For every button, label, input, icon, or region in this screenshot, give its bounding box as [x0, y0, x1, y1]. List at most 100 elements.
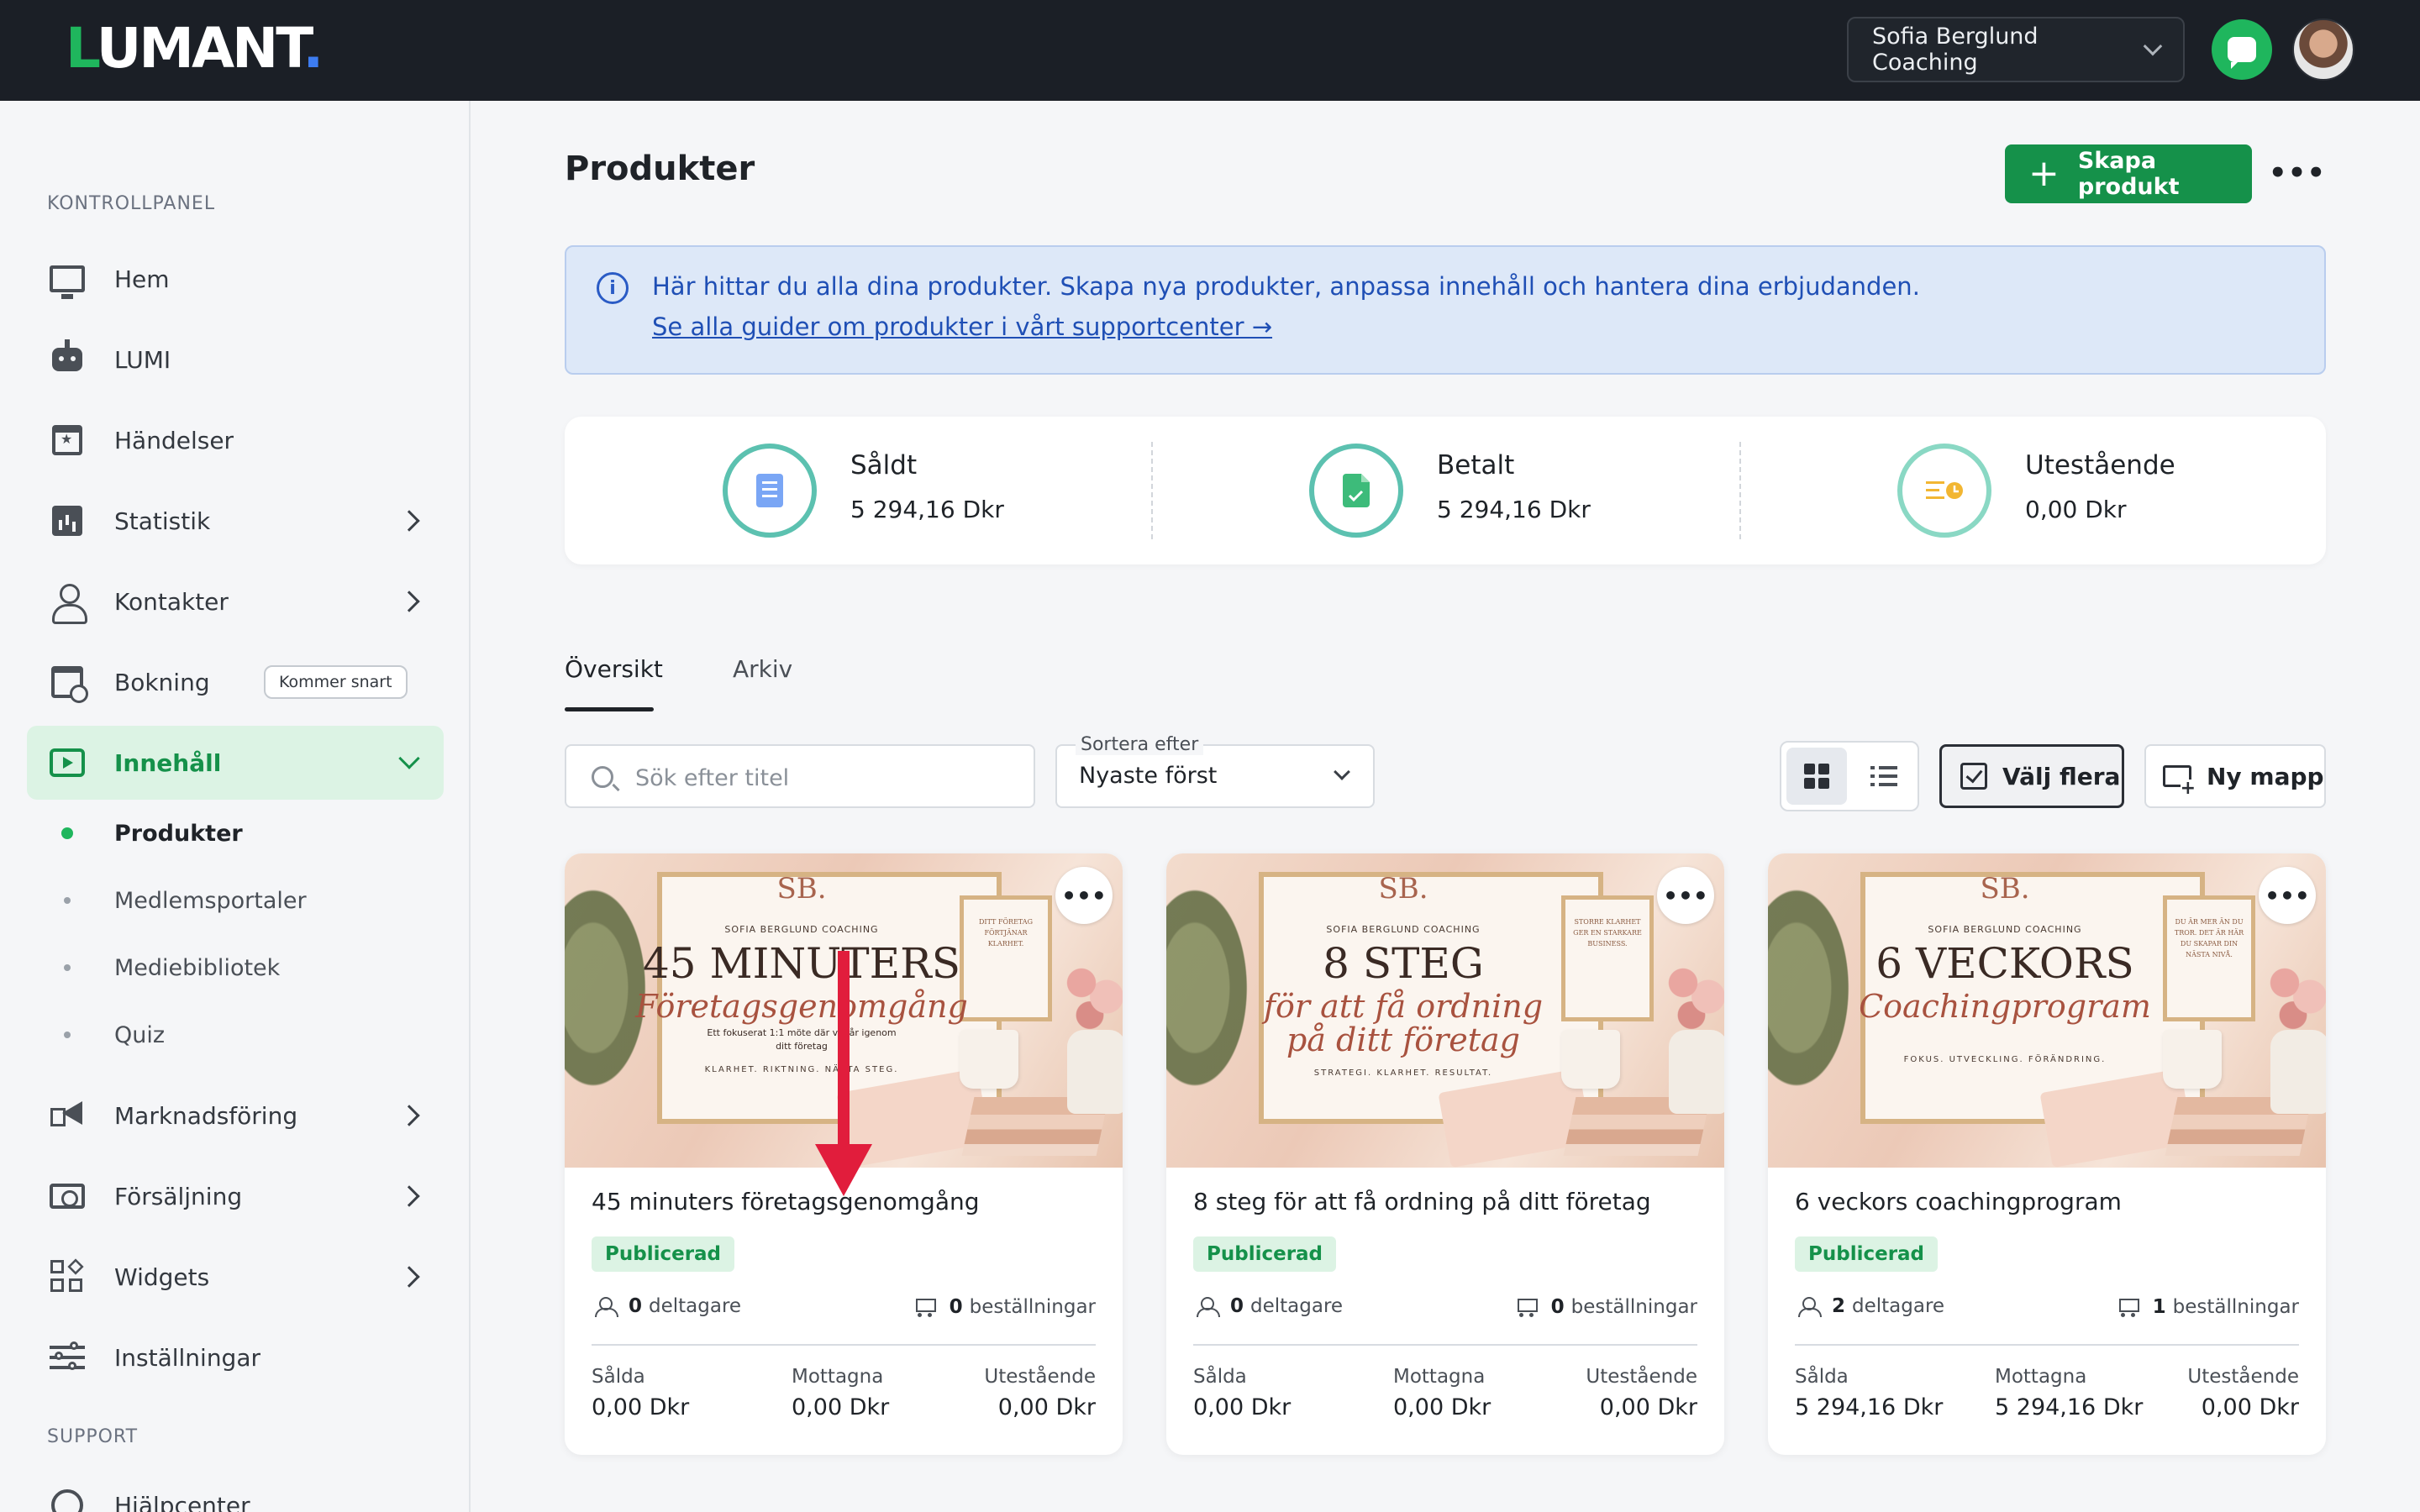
- new-folder-button[interactable]: Ny mapp: [2144, 744, 2326, 808]
- sidebar-item-label: Innehåll: [114, 748, 222, 777]
- fin-sold: Sålda 5 294,16 Dkr: [1795, 1366, 1944, 1420]
- thumb-heading: 45 MINUTERS: [642, 939, 961, 988]
- chevron-down-icon: [1334, 764, 1350, 780]
- coming-soon-badge: Kommer snart: [264, 665, 408, 699]
- participants-icon: [592, 1297, 620, 1317]
- sidebar-subitem-medlemsportaler[interactable]: Medlemsportaler: [27, 875, 444, 926]
- booking-icon: [49, 664, 88, 703]
- sidebar-item-label: Widgets: [114, 1263, 210, 1291]
- stat-sold: Såldt 5 294,16 Dkr: [565, 417, 1151, 564]
- product-card[interactable]: STORRE KLARHET GER EN STARKARE BUSINESS.…: [1166, 853, 1724, 1455]
- thumb-monogram: SB.: [776, 872, 827, 906]
- chevron-down-icon: [398, 748, 420, 769]
- sort-select[interactable]: Sortera efter Nyaste först: [1055, 734, 1375, 808]
- chat-button[interactable]: [2212, 19, 2272, 80]
- product-title[interactable]: 45 minuters företagsgenomgång: [592, 1188, 980, 1215]
- sidebar-item-kontakter[interactable]: Kontakter: [27, 564, 444, 638]
- orders-label: beställningar: [1570, 1296, 1697, 1318]
- chevron-right-icon: [398, 1266, 420, 1288]
- help-icon: [49, 1487, 86, 1512]
- sidebar-item-handelser[interactable]: Händelser: [27, 403, 444, 477]
- card-more-options-icon[interactable]: •••: [1657, 867, 1714, 924]
- sidebar-item-label: Bokning: [114, 668, 210, 696]
- sidebar-subitem-mediebibliotek[interactable]: Mediebibliotek: [27, 942, 444, 993]
- product-meta: 0 deltagare 0 beställningar: [1193, 1295, 1697, 1326]
- card-divider: [592, 1344, 1096, 1346]
- more-options-icon[interactable]: •••: [2269, 155, 2325, 192]
- search-input[interactable]: [635, 761, 1022, 795]
- tab-oversikt[interactable]: Översikt: [565, 655, 663, 683]
- orders-count: 0: [1550, 1296, 1565, 1318]
- lumant-logo[interactable]: LUMANT.: [66, 15, 324, 82]
- cart-icon: [1514, 1295, 1539, 1319]
- sidebar-subitem-label: Mediebibliotek: [114, 954, 281, 981]
- sidebar-item-widgets[interactable]: Widgets: [27, 1240, 444, 1314]
- info-banner: i Här hittar du alla dina produkter. Ska…: [565, 245, 2326, 375]
- sidebar-item-bokning[interactable]: Bokning Kommer snart: [27, 645, 444, 719]
- view-toggle: [1780, 741, 1919, 811]
- select-multiple-button[interactable]: Välj flera: [1939, 744, 2124, 808]
- create-product-button[interactable]: + Skapa produkt: [2005, 144, 2252, 203]
- card-more-options-icon[interactable]: •••: [2259, 867, 2316, 924]
- participants-icon: [1795, 1297, 1823, 1317]
- person-icon: [49, 583, 87, 624]
- info-icon: i: [597, 272, 629, 304]
- product-thumbnail: STORRE KLARHET GER EN STARKARE BUSINESS.…: [1166, 853, 1724, 1168]
- thumb-monogram: SB.: [1378, 872, 1428, 906]
- page-title: Produkter: [565, 150, 755, 188]
- thumb-tagline: FOKUS. UTVECKLING. FÖRÄNDRING.: [1903, 1055, 2107, 1064]
- play-icon: [49, 744, 86, 781]
- sidebar-item-hjalpcenter[interactable]: Hjälpcenter: [27, 1468, 444, 1512]
- fin-outstanding: Utestående 0,00 Dkr: [984, 1366, 1096, 1420]
- thumb-script: Företagsgenomgång: [635, 988, 968, 1025]
- dot-icon: [64, 964, 71, 971]
- robot-icon: [49, 339, 86, 378]
- cash-icon: [49, 1178, 86, 1215]
- thumb-script-2: på ditt företag: [1286, 1021, 1520, 1058]
- dot-icon: [64, 897, 71, 904]
- product-meta: 0 deltagare 0 beställningar: [592, 1295, 1096, 1326]
- chevron-right-icon: [398, 591, 420, 612]
- account-name: Sofia Berglund Coaching: [1872, 24, 2039, 76]
- top-bar: LUMANT. Sofia Berglund Coaching: [0, 0, 2420, 101]
- product-title[interactable]: 8 steg för att få ordning på ditt företa…: [1193, 1188, 1651, 1215]
- sidebar-item-statistik[interactable]: Statistik: [27, 484, 444, 558]
- sidebar-item-innehall[interactable]: Innehåll: [27, 726, 444, 800]
- grid-view-button[interactable]: [1786, 748, 1847, 805]
- sidebar-item-hem[interactable]: Hem: [27, 242, 444, 316]
- sidebar-item-label: Kontakter: [114, 587, 229, 616]
- sidebar-subitem-quiz[interactable]: Quiz: [27, 1010, 444, 1060]
- list-view-button[interactable]: [1854, 748, 1914, 805]
- product-card[interactable]: DU ÄR MER ÄN DU TROR. DET ÄR HÄR DU SKAP…: [1768, 853, 2326, 1455]
- participants-count: 0: [1230, 1295, 1244, 1317]
- new-folder-label: Ny mapp: [2207, 762, 2324, 790]
- sidebar-item-marknadsforing[interactable]: Marknadsföring: [27, 1079, 444, 1152]
- orders-label: beställningar: [969, 1296, 1096, 1318]
- tab-arkiv[interactable]: Arkiv: [733, 655, 792, 683]
- product-title[interactable]: 6 veckors coachingprogram: [1795, 1188, 2122, 1215]
- thumb-body: Ett fokuserat 1:1 möte där vi går igenom…: [707, 1027, 897, 1052]
- card-more-options-icon[interactable]: •••: [1055, 867, 1113, 924]
- orders-count: 0: [949, 1296, 963, 1318]
- support-guides-link[interactable]: Se alla guider om produkter i vårt suppo…: [652, 312, 1272, 341]
- receipt-icon: [723, 444, 817, 538]
- search-icon: [592, 766, 613, 788]
- user-avatar[interactable]: [2292, 18, 2354, 81]
- sidebar-item-label: Händelser: [114, 426, 234, 454]
- folder-plus-icon: [2163, 765, 2196, 798]
- list-icon: [1870, 765, 1897, 787]
- thumb-script: Coachingprogram: [1859, 988, 2151, 1025]
- sidebar-item-installningar[interactable]: Inställningar: [27, 1320, 444, 1394]
- fin-sold: Sålda 0,00 Dkr: [1193, 1366, 1292, 1420]
- sidebar-subitem-produkter[interactable]: Produkter: [27, 808, 444, 858]
- fin-received: Mottagna 5 294,16 Dkr: [1995, 1366, 2144, 1420]
- orders-count: 1: [2152, 1296, 2166, 1318]
- stat-value: 5 294,16 Dkr: [850, 496, 1004, 523]
- sidebar-item-forsaljning[interactable]: Försäljning: [27, 1159, 444, 1233]
- sidebar-item-lumi[interactable]: LUMI: [27, 323, 444, 396]
- section-label-kontrollpanel: KONTROLLPANEL: [47, 193, 216, 214]
- thumb-script: för att få ordning: [1263, 988, 1544, 1025]
- active-tab-indicator: [565, 707, 654, 711]
- account-selector[interactable]: Sofia Berglund Coaching: [1847, 17, 2185, 82]
- status-badge: Publicerad: [592, 1236, 735, 1272]
